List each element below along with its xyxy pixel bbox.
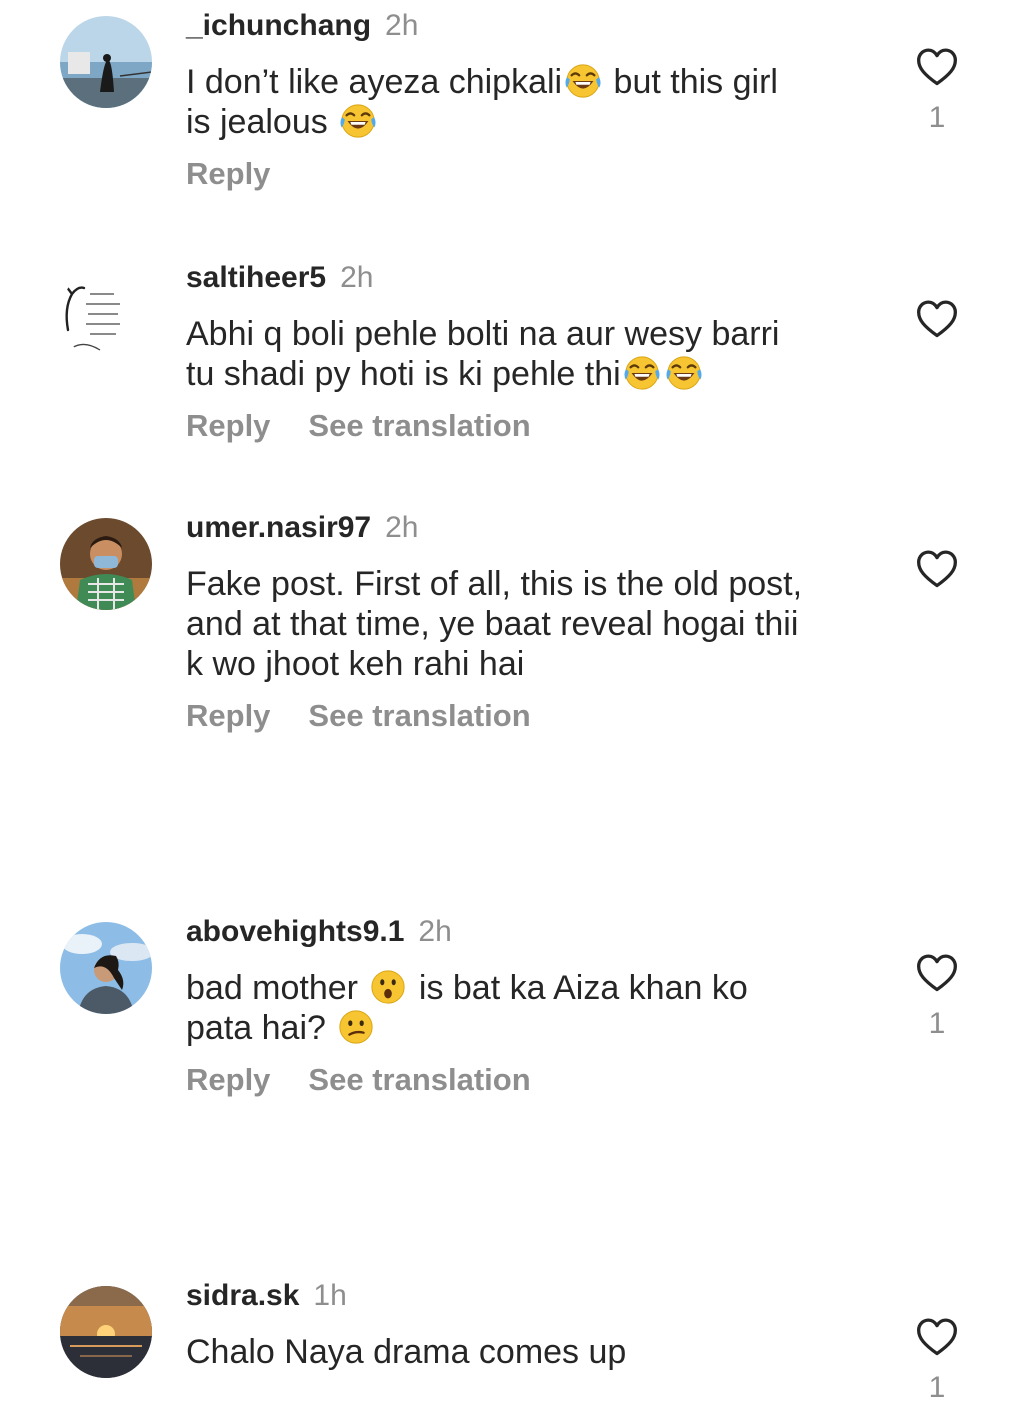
comment-header: _ichunchang 2h [186, 8, 418, 44]
reply-button[interactable]: Reply [186, 698, 270, 733]
avatar[interactable] [60, 1286, 152, 1378]
comment-text-segment: and at that time, ye baat reveal hogai t… [186, 605, 799, 643]
reply-button[interactable]: Reply [186, 156, 270, 191]
comment-text-segment: I don’t like ayeza chipkali [186, 63, 563, 101]
like-count: 1 [928, 1371, 946, 1404]
comment-text-segment: tu shadi py hoti is ki pehle thi [186, 355, 621, 393]
timestamp: 2h [340, 261, 374, 294]
comment-text-segment: is bat ka Aiza khan ko [409, 969, 748, 1007]
comment-header: umer.nasir97 2h [186, 510, 419, 546]
comment-actions: Reply [186, 156, 270, 192]
comment-actions: Reply See translation [186, 408, 531, 444]
comment-text: Chalo Naya drama comes up [186, 1332, 886, 1372]
heart-icon[interactable] [915, 952, 959, 996]
heart-icon[interactable] [915, 46, 959, 90]
heart-icon[interactable] [915, 298, 959, 342]
laugh-emoji-icon [564, 62, 602, 100]
avatar-image [60, 16, 152, 108]
comment-header: saltiheer5 2h [186, 260, 373, 296]
comment-text-segment: bad mother [186, 969, 368, 1007]
laugh-emoji-icon [339, 102, 377, 140]
comment-text: Fake post. First of all, this is the old… [186, 564, 886, 684]
like-count: 1 [928, 1007, 946, 1040]
avatar[interactable] [60, 268, 152, 360]
avatar[interactable] [60, 922, 152, 1014]
comment-text: Abhi q boli pehle bolti na aur wesy barr… [186, 314, 886, 394]
comment-text-segment: but this girl [604, 63, 778, 101]
heart-icon[interactable] [915, 548, 959, 592]
avatar[interactable] [60, 16, 152, 108]
confused-emoji-icon [337, 1008, 375, 1046]
comment-actions: Reply See translation [186, 1062, 531, 1098]
comment-text: I don’t like ayeza chipkali but this gir… [186, 62, 886, 142]
comment-text-segment: Fake post. First of all, this is the old… [186, 565, 803, 603]
username[interactable]: sidra.sk [186, 1279, 299, 1312]
like-control [914, 548, 960, 592]
surprised-emoji-icon [369, 968, 407, 1006]
avatar-image [60, 268, 152, 360]
see-translation-button[interactable]: See translation [308, 408, 530, 443]
comment-text-segment: k wo jhoot keh rahi hai [186, 645, 525, 683]
comment-text-segment: Abhi q boli pehle bolti na aur wesy barr… [186, 315, 780, 353]
laugh-emoji-icon [623, 354, 661, 392]
timestamp: 2h [385, 9, 419, 42]
like-control [914, 298, 960, 342]
like-control: 1 [914, 952, 960, 1042]
avatar-image [60, 1286, 152, 1378]
reply-button[interactable]: Reply [186, 1062, 270, 1097]
timestamp: 1h [313, 1279, 347, 1312]
username[interactable]: saltiheer5 [186, 261, 326, 294]
see-translation-button[interactable]: See translation [308, 698, 530, 733]
like-control: 1 [914, 1316, 960, 1406]
comment-header: sidra.sk 1h [186, 1278, 347, 1314]
timestamp: 2h [385, 511, 419, 544]
comment-text-segment: pata hai? [186, 1009, 336, 1047]
comment-text-segment: is jealous [186, 103, 338, 141]
see-translation-button[interactable]: See translation [308, 1062, 530, 1097]
username[interactable]: _ichunchang [186, 9, 371, 42]
like-control: 1 [914, 46, 960, 136]
comment-text-segment: Chalo Naya drama comes up [186, 1333, 627, 1371]
timestamp: 2h [418, 915, 452, 948]
comment-header: abovehights9.1 2h [186, 914, 452, 950]
username[interactable]: umer.nasir97 [186, 511, 371, 544]
heart-icon[interactable] [915, 1316, 959, 1360]
avatar[interactable] [60, 518, 152, 610]
avatar-image [60, 518, 152, 610]
like-count: 1 [928, 101, 946, 134]
reply-button[interactable]: Reply [186, 408, 270, 443]
avatar-image [60, 922, 152, 1014]
username[interactable]: abovehights9.1 [186, 915, 404, 948]
comment-text: bad mother is bat ka Aiza khan ko pata h… [186, 968, 886, 1048]
laugh-emoji-icon [665, 354, 703, 392]
comment-actions: Reply See translation [186, 698, 531, 734]
